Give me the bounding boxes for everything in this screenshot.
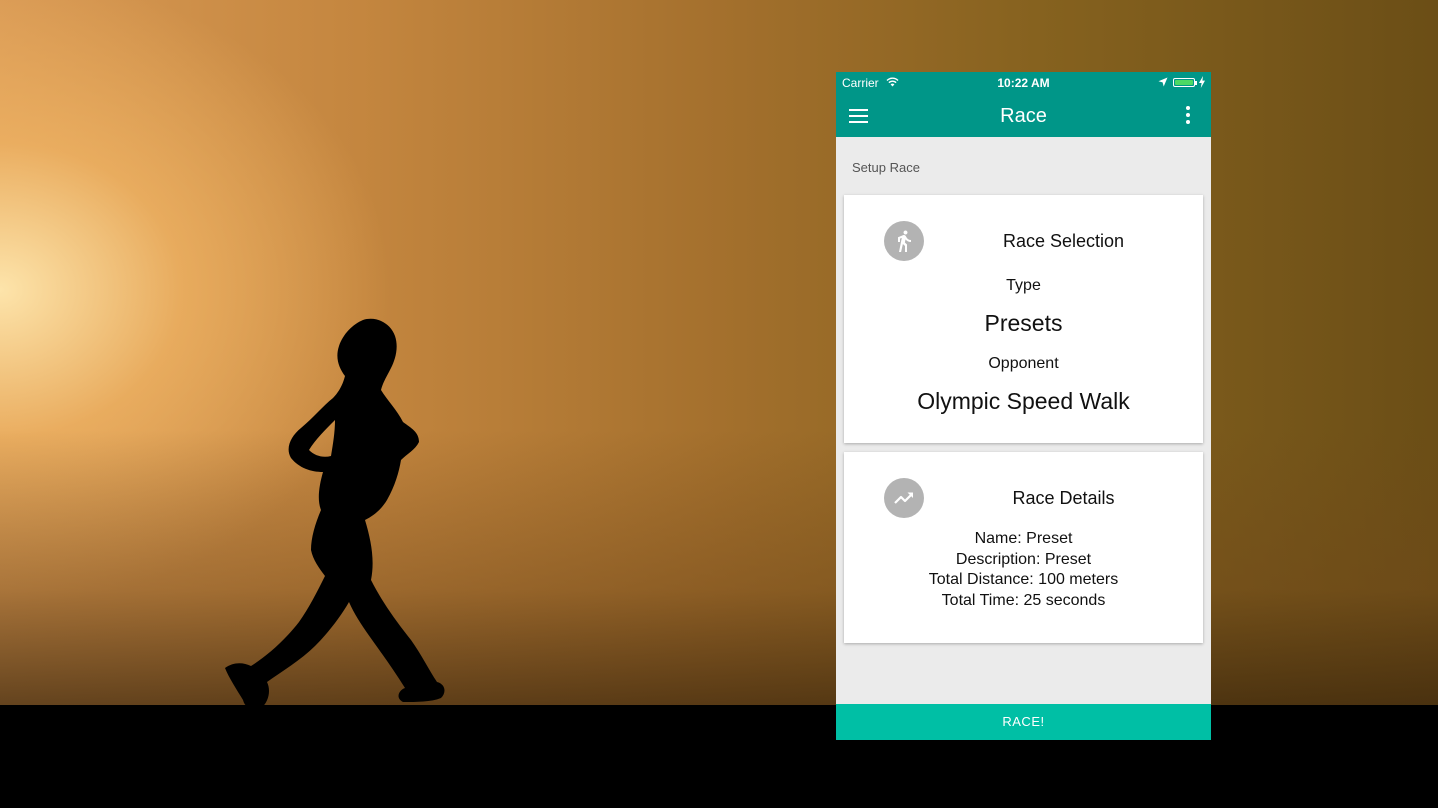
detail-total-distance: Total Distance: 100 meters [928, 571, 1119, 588]
detail-description: Description: Preset [955, 550, 1092, 568]
runner-silhouette [225, 318, 445, 710]
status-bar: Carrier 10:22 AM [836, 72, 1211, 94]
race-details-icon-badge [884, 478, 924, 518]
status-time: 10:22 AM [997, 76, 1050, 90]
race-details-card: Race Details Name: Preset Description: P… [844, 452, 1203, 643]
charging-bolt-icon [1199, 76, 1205, 88]
ground [0, 705, 1438, 808]
race-selection-title: Race Selection [1002, 231, 1125, 251]
race-selection-icon-badge [884, 221, 924, 261]
more-vert-icon[interactable] [1178, 104, 1198, 126]
type-value[interactable]: Presets [844, 310, 1203, 337]
opponent-value[interactable]: Olympic Speed Walk [844, 388, 1203, 415]
location-arrow-icon [1158, 77, 1168, 87]
app-bar: Race [836, 94, 1211, 137]
directions-run-icon [898, 230, 911, 252]
race-button[interactable]: RACE! [836, 704, 1211, 740]
section-label: Setup Race [852, 160, 920, 175]
detail-name: Name: Preset [974, 530, 1073, 547]
race-details-title: Race Details [1012, 488, 1115, 508]
race-selection-card[interactable]: Race Selection Type Presets Opponent Oly… [844, 195, 1203, 443]
type-label: Type [1006, 277, 1041, 294]
trending-up-icon [894, 492, 913, 504]
phone-screen: Carrier 10:22 AM Race Setup Race Race Se… [836, 72, 1211, 740]
page-title: Race [1000, 105, 1047, 127]
race-details-list: Name: Preset Description: Preset Total D… [844, 529, 1203, 611]
battery-tip [1195, 81, 1197, 85]
detail-total-time: Total Time: 25 seconds [941, 591, 1106, 609]
battery-icon [1173, 78, 1195, 87]
opponent-label: Opponent [988, 355, 1059, 372]
